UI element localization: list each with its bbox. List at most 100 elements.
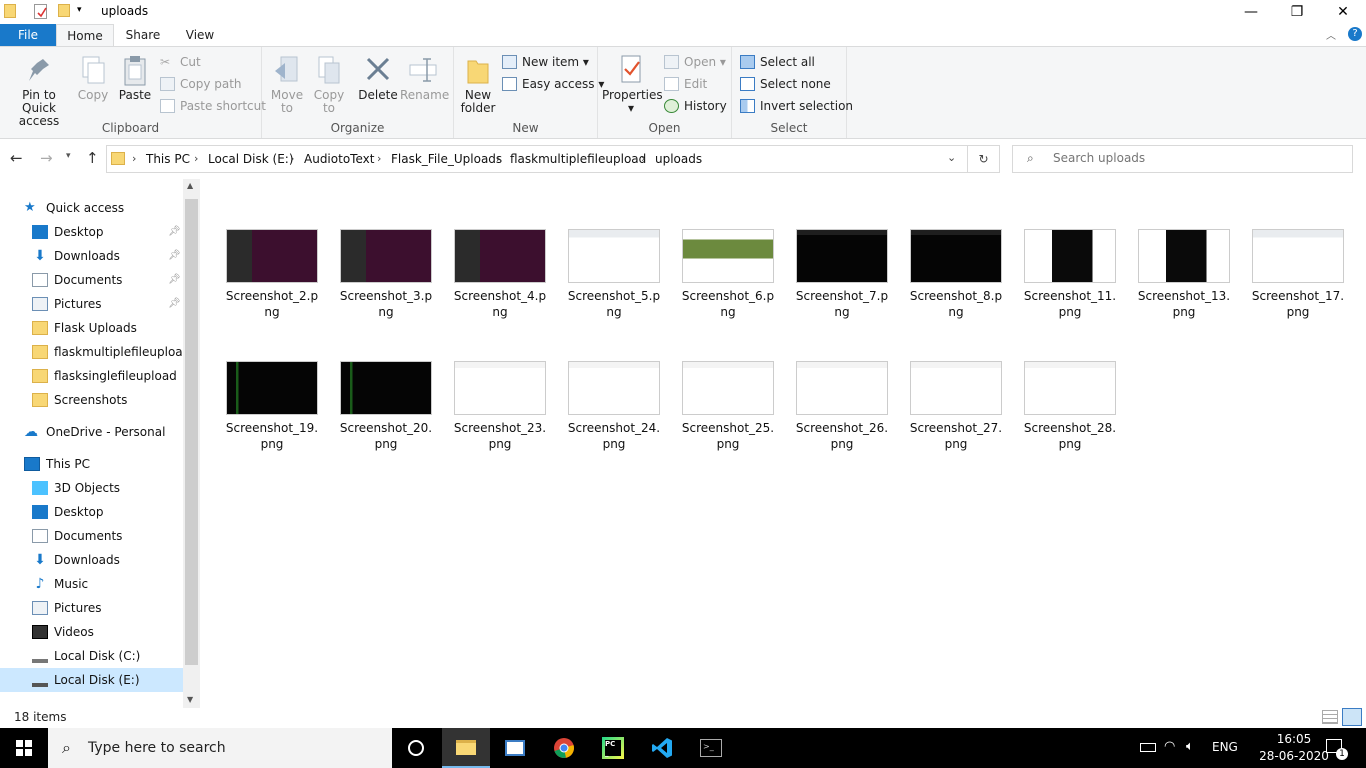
nav-item-quick-4[interactable]: Flask Uploads (0, 316, 183, 340)
minimize-button[interactable]: — (1228, 0, 1274, 24)
pin-icon[interactable]: 📌︎ (168, 292, 181, 316)
app-taskbar-icon[interactable] (491, 728, 539, 768)
nav-item-quick-0[interactable]: Desktop 📌︎ (0, 220, 183, 244)
file-item[interactable]: Screenshot_11.png (1018, 229, 1122, 320)
rename-button[interactable]: Rename (400, 53, 449, 102)
file-item[interactable]: Screenshot_27.png (904, 361, 1008, 452)
nav-item-pc-3[interactable]: ⬇ Downloads (0, 548, 183, 572)
nav-item-pc-7[interactable]: Local Disk (C:) (0, 644, 183, 668)
open-button[interactable]: Open ▾ (664, 52, 726, 72)
tab-file[interactable]: File (0, 24, 56, 46)
nav-item-pc-8[interactable]: Local Disk (E:) (0, 668, 183, 692)
properties-button[interactable]: Properties ▾ (602, 53, 663, 115)
taskbar-search[interactable]: ⌕ Type here to search (48, 728, 392, 768)
pin-icon[interactable]: 📌︎ (168, 244, 181, 268)
up-arrow-icon[interactable]: ↑ (86, 149, 99, 167)
nav-item-quick-2[interactable]: Documents 📌︎ (0, 268, 183, 292)
nav-item-pc-4[interactable]: ♪ Music (0, 572, 183, 596)
back-arrow-icon[interactable]: ← (10, 149, 23, 167)
close-button[interactable]: ✕ (1320, 0, 1366, 24)
nav-item-quick-5[interactable]: flaskmultiplefileupload (0, 340, 190, 364)
copy-path-button[interactable]: Copy path (160, 74, 242, 94)
scroll-down-icon[interactable]: ▼ (187, 695, 193, 704)
nav-item-pc-6[interactable]: Videos (0, 620, 183, 644)
scrollbar-thumb[interactable] (185, 199, 198, 665)
refresh-icon[interactable]: ↻ (968, 145, 1000, 173)
terminal-icon[interactable]: >_ (687, 728, 735, 768)
delete-button[interactable]: Delete (358, 53, 398, 102)
address-bar[interactable]: › This PC › Local Disk (E:) › AudiotoTex… (106, 145, 968, 173)
file-item[interactable]: Screenshot_8.png (904, 229, 1008, 320)
edit-button[interactable]: Edit (664, 74, 707, 94)
nav-item-quick-6[interactable]: flasksinglefileupload (0, 364, 183, 388)
copy-button[interactable]: Copy (76, 53, 110, 102)
nav-item-quick-1[interactable]: ⬇ Downloads 📌︎ (0, 244, 183, 268)
search-input[interactable] (1053, 151, 1343, 165)
history-button[interactable]: History (664, 96, 727, 116)
pycharm-icon[interactable]: PC _ (589, 728, 637, 768)
invert-selection-button[interactable]: Invert selection (740, 96, 853, 116)
nav-item-onedrive[interactable]: ☁ OneDrive - Personal (0, 420, 183, 444)
new-folder-button[interactable]: New folder (460, 53, 496, 115)
battery-icon[interactable] (1140, 743, 1156, 752)
nav-item-pc-0[interactable]: 3D Objects (0, 476, 183, 500)
pin-icon[interactable]: 📌︎ (168, 268, 181, 292)
volume-icon[interactable]: 🔈︎ (1186, 739, 1194, 754)
file-item[interactable]: Screenshot_5.png (562, 229, 666, 320)
wifi-icon[interactable]: ◠ (1164, 739, 1175, 754)
pin-to-quick-access-button[interactable]: Pin to Quick access (4, 53, 74, 128)
file-item[interactable]: Screenshot_25.png (676, 361, 780, 452)
breadcrumb-flaskmultiplefileupload[interactable]: flaskmultiplefileupload (510, 152, 646, 166)
paste-button[interactable]: Paste (117, 53, 153, 102)
breadcrumb-this-pc[interactable]: This PC (146, 152, 190, 166)
clock-date[interactable]: 28-06-2020 (1259, 749, 1329, 763)
file-item[interactable]: Screenshot_20.png (334, 361, 438, 452)
file-item[interactable]: Screenshot_2.png (220, 229, 324, 320)
file-item[interactable]: Screenshot_13.png (1132, 229, 1236, 320)
language-indicator[interactable]: ENG (1212, 740, 1238, 754)
file-item[interactable]: Screenshot_17.png (1246, 229, 1350, 320)
select-none-button[interactable]: Select none (740, 74, 831, 94)
restore-button[interactable]: ❐ (1274, 0, 1320, 24)
collapse-ribbon-icon[interactable]: ︿ (1326, 27, 1336, 42)
vscode-icon[interactable] (638, 728, 686, 768)
tab-view[interactable]: View (172, 24, 228, 46)
search-box[interactable]: ⌕ (1012, 145, 1353, 173)
move-to-button[interactable]: Move to (268, 53, 306, 115)
file-item[interactable]: Screenshot_23.png (448, 361, 552, 452)
file-item[interactable]: Screenshot_7.png (790, 229, 894, 320)
details-view-icon[interactable] (1322, 710, 1338, 724)
new-item-button[interactable]: New item ▾ (502, 52, 589, 72)
breadcrumb-uploads[interactable]: uploads (655, 152, 702, 166)
file-item[interactable]: Screenshot_3.png (334, 229, 438, 320)
file-item[interactable]: Screenshot_6.png (676, 229, 780, 320)
paste-shortcut-button[interactable]: Paste shortcut (160, 96, 266, 116)
scroll-up-icon[interactable]: ▲ (187, 181, 193, 190)
pin-icon[interactable]: 📌︎ (168, 220, 181, 244)
properties-quick-icon[interactable] (34, 4, 47, 19)
select-all-button[interactable]: Select all (740, 52, 815, 72)
file-explorer-taskbar-icon[interactable] (442, 728, 490, 768)
nav-scrollbar[interactable]: ▲ ▼ (183, 179, 200, 708)
file-item[interactable]: Screenshot_28.png (1018, 361, 1122, 452)
cut-button[interactable]: ✂ Cut (160, 52, 201, 72)
copy-to-button[interactable]: Copy to (310, 53, 348, 115)
file-item[interactable]: Screenshot_4.png (448, 229, 552, 320)
nav-item-pc-2[interactable]: Documents (0, 524, 183, 548)
start-button[interactable] (0, 728, 48, 768)
breadcrumb-audiototext[interactable]: AudiotoText (304, 152, 374, 166)
task-view-icon[interactable] (392, 728, 440, 768)
file-item[interactable]: Screenshot_19.png (220, 361, 324, 452)
help-icon[interactable]: ? (1348, 27, 1362, 41)
chrome-icon[interactable] (540, 728, 588, 768)
nav-item-quick-3[interactable]: Pictures 📌︎ (0, 292, 183, 316)
file-item[interactable]: Screenshot_26.png (790, 361, 894, 452)
breadcrumb-local-disk-e[interactable]: Local Disk (E:) (208, 152, 294, 166)
nav-item-pc-5[interactable]: Pictures (0, 596, 183, 620)
nav-item-this-pc[interactable]: This PC (0, 452, 183, 476)
nav-item-quick-access[interactable]: ★ Quick access (0, 196, 183, 220)
nav-item-quick-7[interactable]: Screenshots (0, 388, 183, 412)
easy-access-button[interactable]: Easy access ▾ (502, 74, 604, 94)
file-item[interactable]: Screenshot_24.png (562, 361, 666, 452)
recent-locations-icon[interactable]: ▾ (66, 151, 71, 161)
